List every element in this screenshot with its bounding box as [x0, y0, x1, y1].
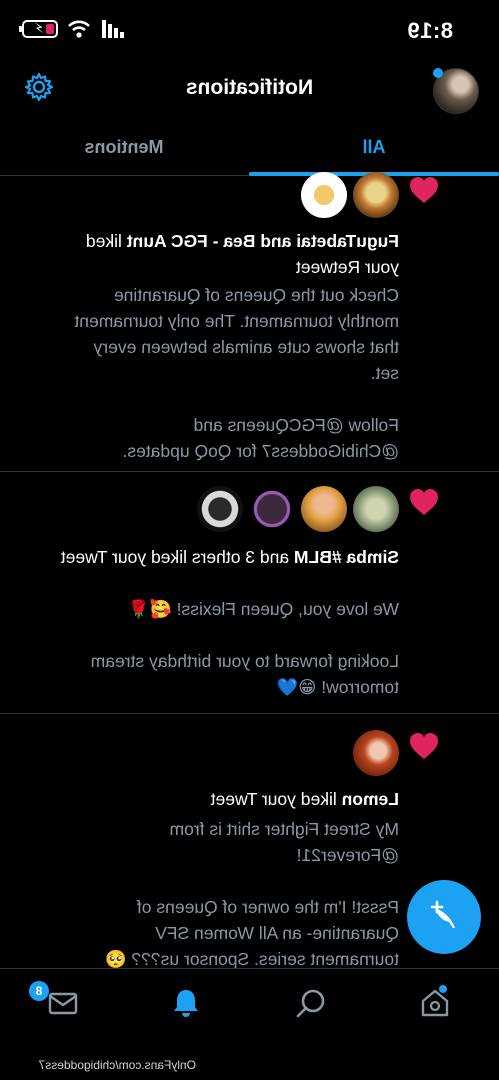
liker-avatars — [353, 730, 399, 776]
nav-search[interactable] — [295, 987, 327, 1019]
tab-mentions[interactable]: Mentions — [0, 118, 249, 176]
heart-icon — [410, 177, 438, 203]
nav-messages[interactable]: 8 — [29, 981, 79, 1019]
nav-notifications[interactable] — [170, 987, 202, 1019]
tab-all[interactable]: All — [249, 118, 499, 176]
compose-tweet-button[interactable] — [407, 880, 481, 954]
page-title: Notifications — [185, 76, 314, 99]
search-icon — [296, 989, 325, 1018]
liker-names[interactable]: Lemon — [342, 789, 399, 809]
liker-avatars — [197, 486, 399, 532]
avatar[interactable] — [301, 486, 347, 532]
bottom-nav: 8 — [0, 968, 499, 1038]
avatar[interactable] — [197, 486, 243, 532]
battery-icon: ⚡ — [22, 20, 58, 38]
header: Notifications — [0, 62, 499, 116]
liker-names[interactable]: FuguTabetai and Bea - FGC Aunt — [127, 231, 399, 251]
wifi-icon — [68, 20, 90, 38]
notification-text: Simba #BLM and 3 others liked your Tweet — [49, 544, 399, 570]
home-icon — [421, 989, 449, 1017]
notification-item[interactable]: Simba #BLM and 3 others liked your Tweet… — [0, 472, 499, 714]
home-unread-dot — [439, 985, 447, 993]
liker-names[interactable]: Simba #BLM — [294, 547, 399, 567]
mail-icon — [48, 992, 78, 1015]
mirrored-app-view: 8:19 ⚡ Notifications All Mentions FuguTa… — [0, 0, 499, 1080]
notification-action: and 3 others liked your Tweet — [60, 547, 294, 567]
messages-badge: 8 — [29, 981, 49, 1001]
notification-text: Lemon liked your Tweet — [49, 786, 399, 812]
notification-feed[interactable]: FuguTabetai and Bea - FGC Aunt liked you… — [0, 172, 499, 976]
notification-item[interactable]: FuguTabetai and Bea - FGC Aunt liked you… — [0, 172, 499, 472]
signal-icon — [102, 20, 124, 38]
avatar[interactable] — [249, 486, 295, 532]
heart-icon — [410, 489, 438, 515]
gear-icon[interactable] — [24, 72, 54, 102]
status-bar: 8:19 ⚡ — [0, 0, 499, 62]
notification-text: FuguTabetai and Bea - FGC Aunt liked you… — [49, 228, 399, 280]
avatar[interactable] — [353, 730, 399, 776]
heart-icon — [410, 733, 438, 759]
avatar[interactable] — [353, 172, 399, 218]
tweet-preview: Check out the Queens of Quarantine month… — [74, 285, 399, 461]
avatar[interactable] — [353, 486, 399, 532]
notification-action: liked your Tweet — [210, 789, 342, 809]
bell-icon — [174, 990, 198, 1017]
notification-tabs: All Mentions — [0, 118, 499, 176]
liker-avatars — [301, 172, 399, 218]
tweet-preview: My Street Fighter shirt is from @Forever… — [104, 819, 399, 969]
tweet-preview: We love you, Queen Flexiss! 🥰🌹 Looking f… — [90, 599, 399, 697]
nav-home[interactable] — [419, 985, 451, 1019]
avatar[interactable] — [301, 172, 347, 218]
status-time: 8:19 — [406, 18, 453, 43]
compose-quill-icon — [430, 900, 455, 928]
status-icons: ⚡ — [22, 20, 124, 38]
watermark: OnlyFans.com/chibigoddess7 — [38, 1058, 196, 1072]
